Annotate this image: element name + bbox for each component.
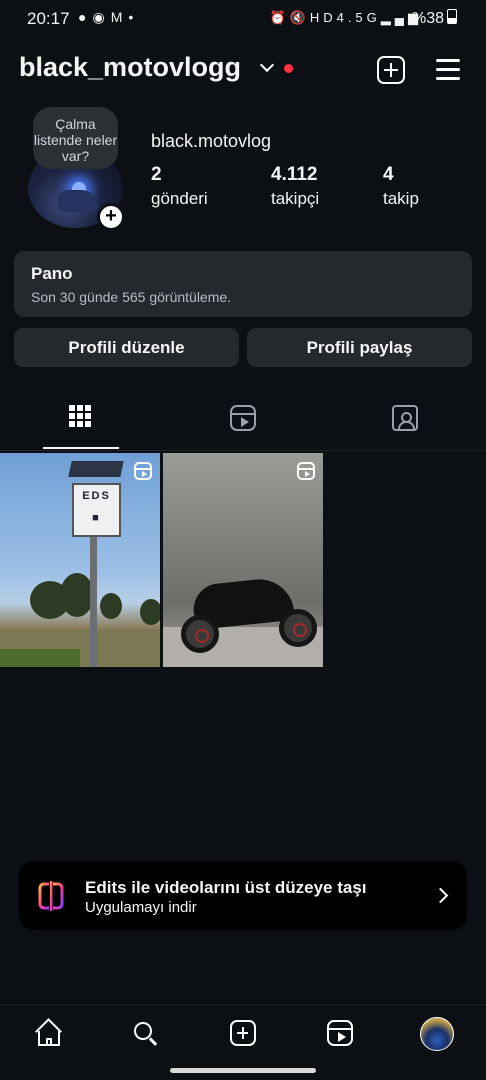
chevron-right-icon (432, 887, 449, 904)
reels-icon[interactable] (327, 1020, 353, 1046)
notification-dot (284, 64, 293, 73)
notification-icons: ●◉M• (78, 9, 139, 26)
post-thumbnail[interactable]: EDS ■ (0, 453, 160, 667)
status-time: 20:17 (27, 9, 70, 28)
tab-reels-icon[interactable] (230, 405, 256, 431)
edit-profile-button[interactable]: Profili düzenle (14, 328, 239, 367)
followers-count[interactable]: 4.112 (271, 164, 318, 186)
followers-label[interactable]: takipçi (271, 189, 319, 209)
reel-badge-icon (297, 462, 315, 480)
battery-percent: %38 (411, 10, 444, 27)
mute-icon: 🔇 (289, 10, 310, 25)
chrome-icon: ◉ (92, 9, 111, 25)
gmail-icon: M (110, 9, 129, 25)
tab-selected-indicator (43, 447, 119, 449)
post-thumbnail[interactable] (163, 453, 323, 667)
edits-promo-banner[interactable]: Edits ile videolarını üst düzeye taşı Uy… (19, 861, 467, 930)
note-bubble[interactable]: Çalma listende neler var? (33, 107, 118, 169)
tab-posts-grid-icon[interactable] (69, 405, 95, 431)
dashboard-title: Pano (31, 264, 73, 283)
share-profile-button[interactable]: Profili paylaş (247, 328, 472, 367)
system-icons: ⏰🔇HD4.5G▂▄▆ (269, 10, 422, 26)
home-icon[interactable] (35, 1018, 63, 1048)
hd-icon: HD (309, 10, 337, 25)
battery-indicator: %38 (412, 9, 457, 28)
dashboard-subtitle: Son 30 günde 565 görüntüleme. (31, 289, 232, 305)
dashboard-card[interactable]: Pano Son 30 günde 565 görüntüleme. (14, 251, 472, 317)
edits-logo-icon (38, 881, 64, 911)
status-bar: 20:17 ●◉M• ⏰🔇HD4.5G▂▄▆ %38 (0, 0, 486, 38)
add-story-icon[interactable]: + (97, 203, 125, 231)
reel-badge-icon (134, 462, 152, 480)
account-switcher[interactable]: black_motovlogg (19, 52, 241, 83)
tab-divider (0, 450, 486, 451)
display-name: black.motovlog (151, 131, 272, 151)
banner-title: Edits ile videolarını üst düzeye taşı (85, 878, 367, 897)
battery-icon (447, 9, 457, 24)
banner-subtitle: Uygulamayı indir (85, 899, 197, 916)
following-count[interactable]: 4 (383, 164, 394, 186)
profile-nav-avatar[interactable] (420, 1017, 454, 1051)
create-icon[interactable] (230, 1020, 256, 1046)
tab-tagged-icon[interactable] (392, 405, 418, 431)
posts-count[interactable]: 2 (151, 164, 162, 186)
search-icon[interactable] (132, 1020, 160, 1048)
home-indicator[interactable] (170, 1068, 316, 1073)
menu-icon[interactable] (436, 57, 460, 81)
network-type: 4.5G (336, 10, 381, 25)
create-post-button[interactable] (377, 56, 405, 84)
snapchat-icon: ● (78, 9, 93, 25)
following-label[interactable]: takip (383, 189, 419, 209)
chevron-down-icon[interactable] (259, 57, 275, 73)
more-dot-icon: • (128, 9, 140, 25)
posts-label[interactable]: gönderi (151, 189, 208, 209)
alarm-icon: ⏰ (269, 10, 290, 25)
bottom-nav-divider (0, 1004, 486, 1005)
